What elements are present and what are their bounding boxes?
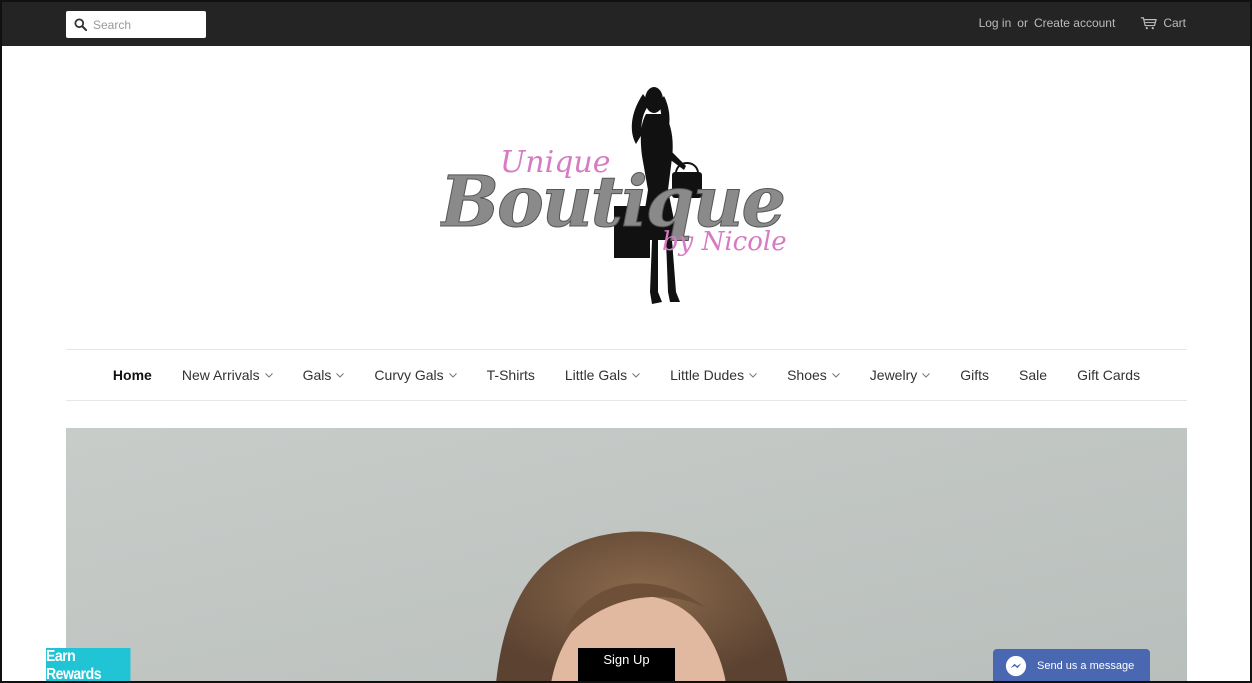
- nav-item-little-gals[interactable]: Little Gals: [565, 367, 640, 383]
- logo-text-by-nicole: by Nicole: [662, 227, 787, 257]
- nav-item-curvy-gals[interactable]: Curvy Gals: [374, 367, 457, 383]
- nav-item-shoes[interactable]: Shoes: [787, 367, 840, 383]
- nav-item-label: Shoes: [787, 367, 827, 383]
- login-link[interactable]: Log in: [979, 16, 1012, 30]
- cart-link[interactable]: Cart: [1140, 16, 1186, 30]
- nav-item-new-arrivals[interactable]: New Arrivals: [182, 367, 273, 383]
- account-links: Log in or Create account Cart: [979, 0, 1186, 46]
- chevron-down-icon: [336, 372, 345, 378]
- main-navigation: Home New Arrivals Gals Curvy Gals T-Shirts Li…: [66, 349, 1187, 401]
- messenger-button[interactable]: Send us a message: [993, 649, 1150, 683]
- messenger-label: Send us a message: [1037, 660, 1135, 672]
- nav-item-gals[interactable]: Gals: [303, 367, 345, 383]
- nav-item-label: Home: [112, 367, 152, 383]
- chevron-down-icon: [831, 372, 840, 378]
- nav-item-sale[interactable]: Sale: [1019, 367, 1047, 383]
- nav-item-little-dudes[interactable]: Little Dudes: [670, 367, 757, 383]
- search-box[interactable]: [66, 11, 206, 38]
- nav-item-label: Gals: [302, 367, 332, 383]
- chevron-down-icon: [632, 372, 640, 378]
- nav-item-label: Little Dudes: [670, 367, 745, 383]
- cart-label: Cart: [1163, 16, 1186, 30]
- nav-item-label: Sale: [1019, 367, 1048, 383]
- nav-item-label: Curvy Gals: [374, 367, 444, 383]
- hero-banner-image[interactable]: [66, 428, 1187, 683]
- nav-item-label: New Arrivals: [181, 367, 260, 383]
- earn-rewards-button[interactable]: Earn Rewards: [46, 648, 131, 683]
- or-separator: or: [1017, 16, 1028, 30]
- nav-item-gift-cards[interactable]: Gift Cards: [1077, 367, 1140, 383]
- nav-item-label: Gifts: [960, 367, 990, 383]
- nav-item-t-shirts[interactable]: T-Shirts: [487, 367, 535, 383]
- cart-icon: [1141, 17, 1158, 30]
- nav-item-label: Gift Cards: [1077, 367, 1141, 383]
- store-logo[interactable]: Unique Boutique by Nicole: [438, 80, 820, 312]
- chevron-down-icon: [922, 372, 931, 378]
- chevron-down-icon: [448, 372, 457, 378]
- nav-item-gifts[interactable]: Gifts: [960, 367, 989, 383]
- search-input[interactable]: [93, 17, 203, 32]
- create-account-link[interactable]: Create account: [1034, 16, 1115, 30]
- chevron-down-icon: [749, 372, 757, 378]
- nav-item-label: Jewelry: [869, 367, 918, 383]
- messenger-icon: [1005, 655, 1027, 677]
- sign-up-button[interactable]: Sign Up: [578, 648, 675, 683]
- nav-item-jewelry[interactable]: Jewelry: [869, 367, 931, 383]
- search-icon: [74, 18, 87, 31]
- chevron-down-icon: [264, 372, 273, 378]
- nav-item-home[interactable]: Home: [113, 367, 152, 383]
- top-bar: Log in or Create account Cart: [0, 0, 1252, 46]
- nav-item-label: Little Gals: [564, 367, 628, 383]
- nav-item-label: T-Shirts: [486, 367, 535, 383]
